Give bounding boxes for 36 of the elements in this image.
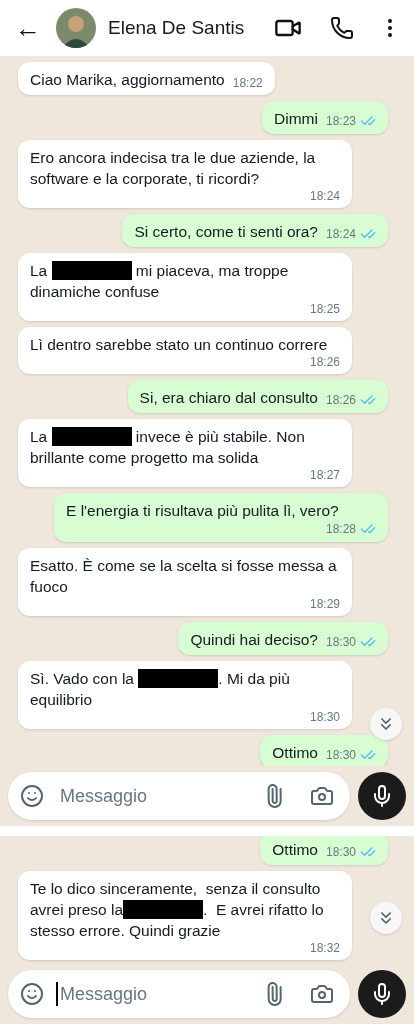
message-text: Ciao Marika, aggiornamento — [30, 70, 225, 90]
message-time: 18:30 — [309, 710, 340, 724]
message-field[interactable]: Messaggio — [8, 970, 350, 1018]
message-text: Dimmi — [274, 109, 318, 129]
message-time: 18:23 — [325, 114, 356, 128]
message-text: Lì dentro sarebbe stato un continuo correre — [30, 335, 328, 355]
message-text: Ero ancora indecisa tra le due aziende, la software e la corporate, ti ricordi? — [30, 148, 317, 189]
message-input[interactable]: Messaggio — [56, 982, 250, 1006]
message-time: 18:24 — [309, 189, 340, 203]
message-time: 18:30 — [325, 845, 356, 859]
message-time: 18:24 — [325, 227, 356, 241]
message-field[interactable]: Messaggio — [8, 772, 350, 820]
message-time: 18:32 — [309, 941, 340, 955]
message-text: Si, era chiaro dal consulto — [139, 388, 318, 408]
message-text: La mi piaceva, ma troppe dinamiche confuse — [30, 260, 290, 302]
back-button[interactable]: ← — [12, 15, 44, 41]
message-text: Esatto. È come se la scelta si fosse messa a fuoco — [30, 556, 338, 597]
message-time: 18:25 — [309, 302, 340, 316]
message-text: E l'energia ti risultava più pulita lì, vero? — [66, 501, 339, 521]
message-time: 18:26 — [309, 355, 340, 369]
message-time: 18:30 — [325, 635, 356, 649]
message-time: 18:28 — [325, 522, 356, 536]
message-text: Quindi hai deciso? — [190, 630, 318, 650]
message-text: Si certo, come ti senti ora? — [134, 222, 318, 242]
message-text: Ottimo — [272, 840, 318, 860]
message-text: Te lo dico sinceramente, senza il consulto avrei preso la . E avrei rifatto lo stesso errore. Quindi grazie — [30, 879, 325, 941]
contact-name[interactable]: Elena De Santis — [108, 13, 274, 43]
message-input[interactable]: Messaggio — [56, 784, 250, 808]
message-text: Sì. Vado con la . Mi da più equilibrio — [30, 668, 291, 710]
message-time: 18:22 — [232, 76, 263, 90]
message-text: La invece è più stabile. Non brillante come progetto ma solida — [30, 426, 306, 468]
message-time: 18:26 — [325, 393, 356, 407]
message-time: 18:29 — [309, 597, 340, 611]
message-text: Ottimo — [272, 743, 318, 763]
message-time: 18:27 — [309, 468, 340, 482]
message-time: 18:30 — [325, 748, 356, 762]
